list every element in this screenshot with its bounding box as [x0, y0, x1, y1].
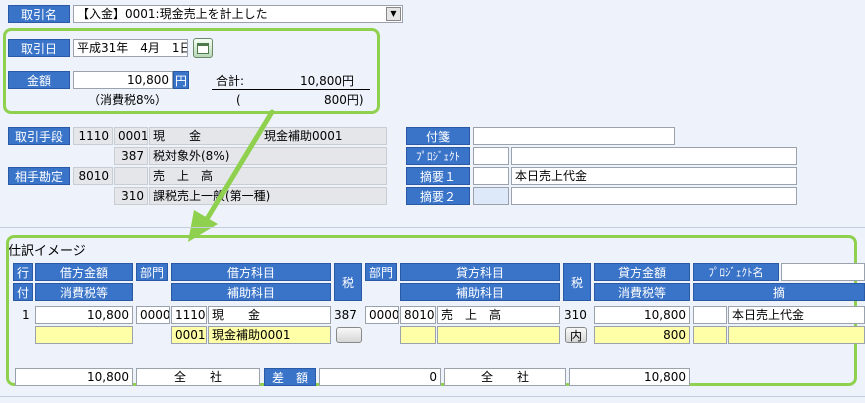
- row-credit-account[interactable]: 売 上 高: [437, 306, 560, 324]
- row-memo2[interactable]: [728, 326, 865, 344]
- torihiki-name-value: 【入金】0001:現金売上を計上した: [77, 7, 268, 21]
- memo2-code-input[interactable]: [473, 187, 509, 205]
- counter-code1: 8010: [73, 167, 113, 185]
- journal-divider: [0, 227, 865, 228]
- means-code2: 0001: [114, 127, 148, 145]
- calendar-icon[interactable]: [193, 38, 213, 58]
- row-credit-code[interactable]: 8010: [400, 306, 436, 324]
- header-debit-account: 借方科目: [171, 263, 331, 281]
- project-name-input[interactable]: [511, 147, 797, 165]
- tax-value: 800円): [324, 93, 364, 107]
- row-debit-tax-button[interactable]: [336, 327, 362, 343]
- header-dept2: 部門: [365, 263, 397, 281]
- header-project: ﾌﾟﾛｼﾞｪｸﾄ名: [693, 263, 779, 281]
- torihiki-name-label: 取引名: [8, 5, 70, 23]
- header-credit-account: 貸方科目: [400, 263, 560, 281]
- date-input[interactable]: 平成31年 4月 1日: [73, 39, 188, 57]
- row-debit-amount[interactable]: 10,800: [35, 306, 133, 324]
- row-debit-sub[interactable]: 現金補助0001: [208, 326, 331, 344]
- header-credit-sub: 補助科目: [400, 283, 560, 301]
- header-dept1: 部門: [136, 263, 168, 281]
- row-memo2-code[interactable]: [693, 326, 727, 344]
- arrow-icon: [188, 109, 275, 242]
- footer-credit-total: 10,800: [569, 368, 690, 386]
- memo1-label: 摘要１: [406, 167, 470, 185]
- memo1-code-input[interactable]: [473, 167, 509, 185]
- footer-diff-label: 差 額: [264, 368, 316, 386]
- memo2-input[interactable]: [511, 187, 797, 205]
- means-code1: 1110: [73, 127, 113, 145]
- counter-code2: [114, 167, 148, 185]
- project-header-input[interactable]: [781, 263, 865, 281]
- amount-label: 金額: [8, 71, 70, 89]
- row-credit-amount[interactable]: 10,800: [594, 306, 690, 324]
- row-credit-dept[interactable]: 0000: [365, 306, 399, 324]
- header-debit-tax: 消費税等: [35, 283, 133, 301]
- chevron-down-icon[interactable]: ▼: [386, 7, 401, 21]
- means-tax-code: 387: [114, 147, 148, 165]
- amount-unit: 円: [173, 71, 189, 89]
- header-credit-tax: 消費税等: [594, 283, 690, 301]
- means-label: 取引手段: [8, 127, 70, 145]
- header-gyo: 行: [13, 263, 33, 281]
- header-fu: 付: [13, 283, 33, 301]
- bottom-divider: [0, 396, 865, 397]
- footer-debit-total: 10,800: [15, 368, 133, 386]
- header-credit-amount: 貸方金額: [594, 263, 690, 281]
- row-credit-sub-code[interactable]: [400, 326, 436, 344]
- total-underline: [212, 89, 370, 90]
- row-line-no: 1: [22, 308, 30, 322]
- row-credit-tax-button[interactable]: 内: [565, 327, 587, 343]
- row-debit-account[interactable]: 現 金: [208, 306, 331, 324]
- memo1-value: 本日売上代金: [515, 169, 588, 183]
- project-code-input[interactable]: [473, 147, 509, 165]
- tax-label: （消費税8%）: [88, 93, 168, 107]
- header-debit-amount: 借方金額: [35, 263, 133, 281]
- memo2-label: 摘要２: [406, 187, 470, 205]
- amount-input[interactable]: 10,800: [73, 71, 173, 89]
- row-debit-code[interactable]: 1110: [171, 306, 207, 324]
- fusen-label: 付箋: [406, 127, 470, 145]
- header-tax1: 税: [334, 263, 362, 301]
- torihiki-name-select[interactable]: 【入金】0001:現金売上を計上した: [73, 5, 403, 23]
- project-label: ﾌﾟﾛｼﾞｪｸﾄ: [406, 147, 470, 165]
- header-memo: 摘: [693, 283, 865, 301]
- amount-value: 10,800: [127, 73, 169, 87]
- header-debit-sub: 補助科目: [171, 283, 331, 301]
- footer-diff-value: 0: [319, 368, 441, 386]
- row-debit-dept[interactable]: 0000: [136, 306, 170, 324]
- row-memo[interactable]: 本日売上代金: [728, 306, 865, 324]
- row-memo-code[interactable]: [693, 306, 727, 324]
- header-tax2: 税: [563, 263, 591, 301]
- total-value: 10,800円: [300, 74, 354, 88]
- row-debit-sub-code[interactable]: 0001: [171, 326, 207, 344]
- date-label: 取引日: [8, 39, 70, 57]
- row-credit-tax[interactable]: 800: [594, 326, 690, 344]
- row-credit-sub[interactable]: [437, 326, 560, 344]
- total-label: 合計:: [216, 74, 245, 88]
- row-credit-tax-code: 310: [564, 308, 587, 322]
- memo1-input[interactable]: 本日売上代金: [511, 167, 797, 185]
- row-debit-tax[interactable]: [35, 326, 133, 344]
- counter-tax-code: 310: [114, 187, 148, 205]
- footer-scope1: 全 社: [136, 368, 260, 386]
- fusen-input[interactable]: [473, 127, 675, 145]
- counter-label: 相手勘定: [8, 167, 70, 185]
- footer-scope2: 全 社: [444, 368, 566, 386]
- row-debit-tax-code: 387: [334, 308, 357, 322]
- date-value: 平成31年 4月 1日: [77, 41, 188, 55]
